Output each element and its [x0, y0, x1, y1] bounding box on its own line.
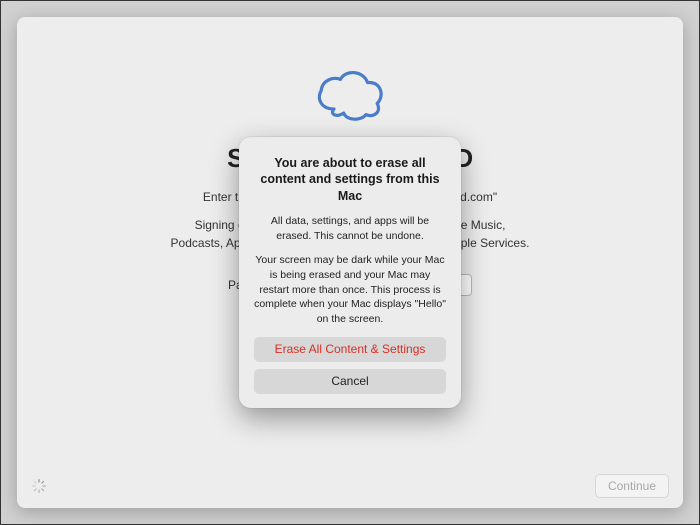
erase-confirm-dialog: You are about to erase all content and s…: [239, 137, 461, 408]
dialog-title: You are about to erase all content and s…: [254, 155, 446, 204]
dialog-body-1: All data, settings, and apps will be era…: [254, 214, 446, 243]
dialog-body-2: Your screen may be dark while your Mac i…: [254, 253, 446, 326]
modal-backdrop: You are about to erase all content and s…: [1, 1, 699, 524]
erase-button[interactable]: Erase All Content & Settings: [254, 337, 446, 362]
cancel-button[interactable]: Cancel: [254, 369, 446, 394]
dialog-buttons: Erase All Content & Settings Cancel: [254, 337, 446, 394]
